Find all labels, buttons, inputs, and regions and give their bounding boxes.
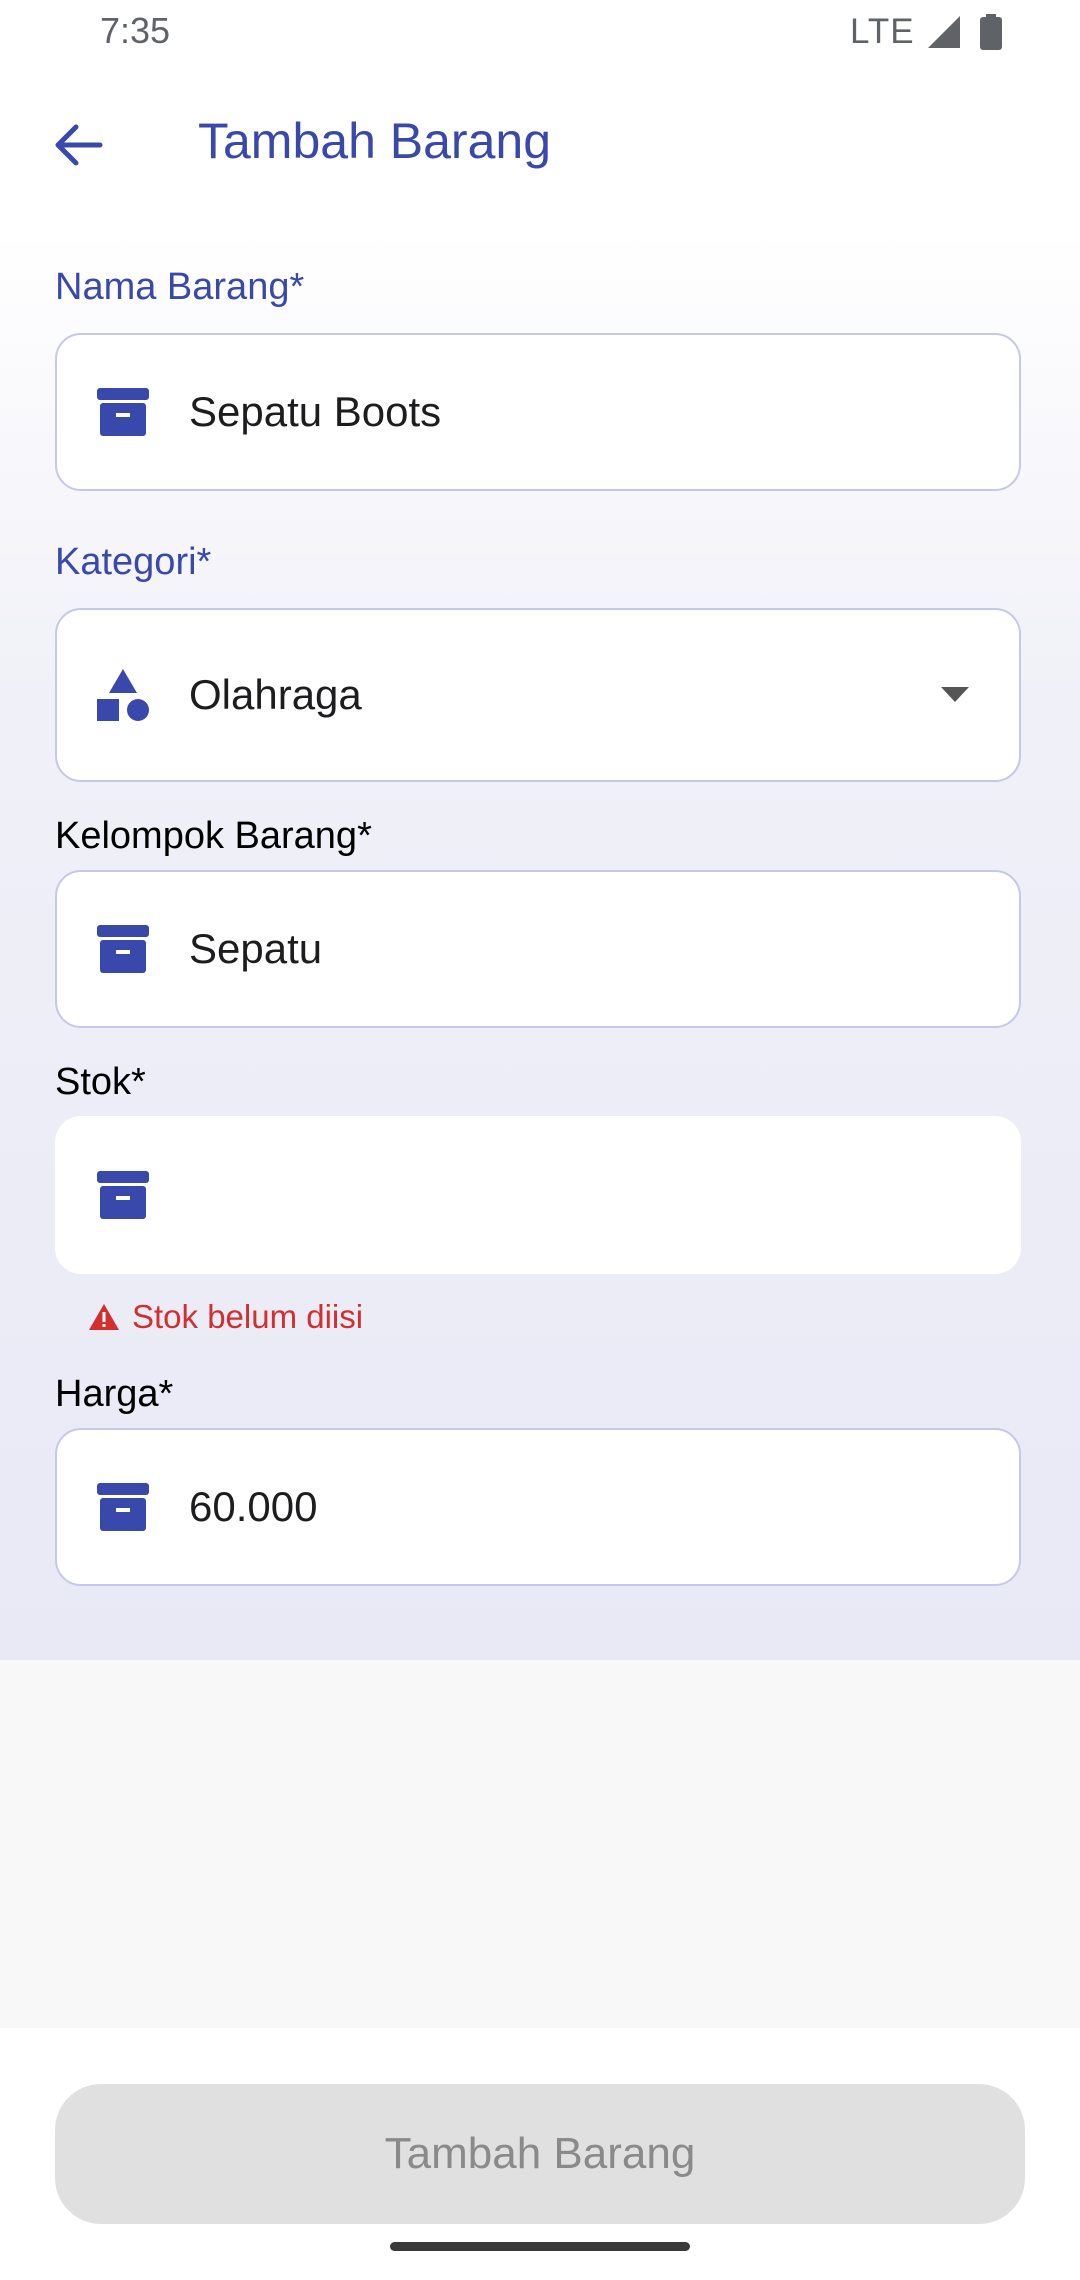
- arrow-left-icon: [55, 124, 103, 166]
- dropdown-arrow-icon: [941, 687, 969, 702]
- nama-barang-value: Sepatu Boots: [189, 388, 442, 435]
- harga-value: 60.000: [189, 1483, 318, 1530]
- harga-input[interactable]: 60.000: [55, 1428, 1021, 1586]
- archive-box-icon: [97, 1483, 149, 1531]
- archive-box-icon: [97, 1171, 149, 1219]
- kategori-value: Olahraga: [189, 671, 362, 718]
- harga-label: Harga*: [55, 1373, 174, 1415]
- back-button[interactable]: [44, 110, 114, 180]
- nama-barang-input[interactable]: Sepatu Boots: [55, 333, 1021, 491]
- kategori-label: Kategori*: [55, 541, 212, 583]
- kelompok-barang-value: Sepatu: [189, 925, 323, 972]
- tambah-barang-button[interactable]: Tambah Barang: [55, 2084, 1025, 2224]
- archive-box-icon: [97, 388, 149, 436]
- stok-input[interactable]: [55, 1116, 1021, 1274]
- signal-icon: [928, 16, 960, 48]
- stok-error-message: Stok belum diisi: [88, 1298, 363, 1336]
- kategori-dropdown[interactable]: Olahraga: [55, 608, 1021, 782]
- battery-icon: [980, 14, 1002, 50]
- status-time: 7:35: [100, 10, 171, 51]
- kelompok-barang-input[interactable]: Sepatu: [55, 870, 1021, 1028]
- home-indicator[interactable]: [390, 2242, 690, 2251]
- archive-box-icon: [97, 925, 149, 973]
- page-title: Tambah Barang: [198, 113, 552, 169]
- kelompok-barang-label: Kelompok Barang*: [55, 815, 372, 857]
- warning-icon: [89, 1304, 119, 1330]
- nama-barang-label: Nama Barang*: [55, 266, 305, 308]
- network-type: LTE: [850, 12, 915, 51]
- stok-error-text: Stok belum diisi: [132, 1298, 364, 1335]
- stok-label: Stok*: [55, 1061, 146, 1103]
- shapes-icon: [97, 669, 149, 721]
- status-bar: 7:35 LTE: [0, 0, 1080, 70]
